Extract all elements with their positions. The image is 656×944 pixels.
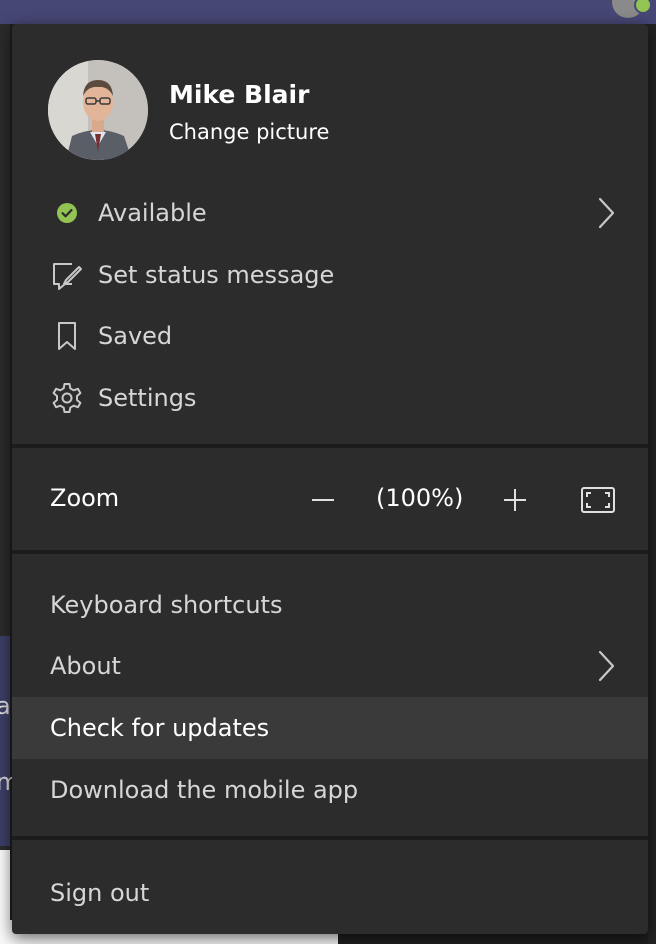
chevron-right-icon	[596, 196, 616, 230]
user-name: Mike Blair	[169, 80, 310, 109]
background-text-fragment: a	[0, 692, 11, 720]
settings-item[interactable]: Settings	[12, 367, 648, 429]
user-avatar[interactable]	[48, 60, 148, 160]
menu-divider	[12, 836, 648, 840]
edit-status-icon	[50, 258, 84, 292]
status-label: Available	[98, 199, 207, 227]
menu-divider	[12, 550, 648, 554]
check-for-updates-label: Check for updates	[50, 714, 270, 742]
app-title-bar	[0, 0, 656, 24]
keyboard-shortcuts-label: Keyboard shortcuts	[50, 591, 283, 619]
zoom-row: Zoom (100%)	[12, 470, 648, 532]
saved-label: Saved	[98, 322, 173, 350]
saved-item[interactable]: Saved	[12, 305, 648, 367]
profile-menu: Mike Blair Change picture Available Set …	[12, 24, 648, 934]
status-available-item[interactable]: Available	[12, 182, 648, 244]
set-status-label: Set status message	[98, 261, 335, 289]
chevron-right-icon	[596, 649, 616, 683]
fit-screen-icon[interactable]	[578, 482, 618, 518]
set-status-message-item[interactable]: Set status message	[12, 244, 648, 306]
about-label: About	[50, 652, 121, 680]
presence-indicator-icon	[634, 0, 652, 14]
download-mobile-app-label: Download the mobile app	[50, 776, 359, 804]
background-right-edge	[648, 24, 656, 944]
sign-out-label: Sign out	[50, 879, 150, 907]
download-mobile-app-item[interactable]: Download the mobile app	[12, 759, 648, 821]
change-picture-link[interactable]: Change picture	[169, 120, 329, 144]
zoom-in-button[interactable]	[500, 480, 530, 520]
zoom-label: Zoom	[50, 484, 120, 512]
zoom-level: (100%)	[376, 484, 464, 512]
gear-icon	[50, 381, 84, 415]
menu-divider	[12, 444, 648, 448]
settings-label: Settings	[98, 384, 197, 412]
profile-header: Mike Blair Change picture	[12, 24, 648, 184]
check-for-updates-item[interactable]: Check for updates	[12, 697, 648, 759]
background-selected-band	[0, 636, 10, 846]
zoom-out-button[interactable]	[308, 480, 338, 520]
keyboard-shortcuts-item[interactable]: Keyboard shortcuts	[12, 574, 648, 636]
bookmark-icon	[50, 319, 84, 353]
presence-available-icon	[50, 196, 84, 230]
about-item[interactable]: About	[12, 635, 648, 697]
background-sheet-edge	[0, 850, 10, 944]
sign-out-item[interactable]: Sign out	[12, 862, 648, 924]
